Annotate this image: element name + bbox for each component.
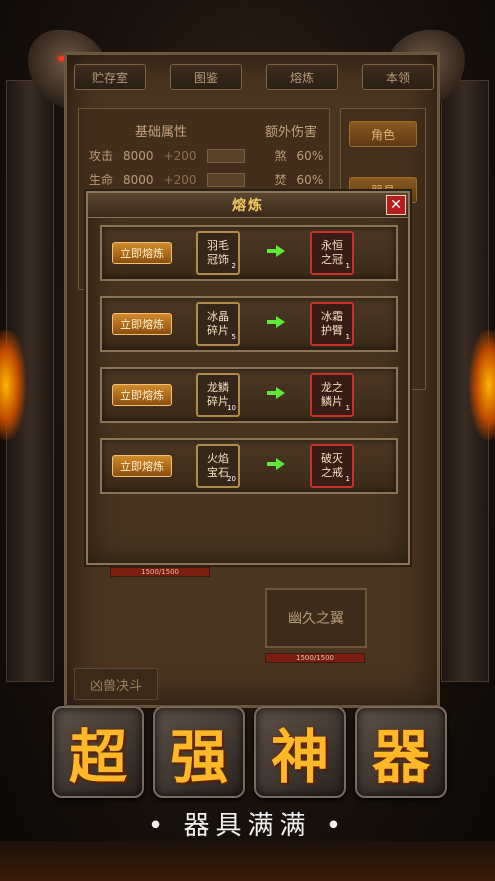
hp-bar-right: 1500/1500 xyxy=(265,653,365,663)
banner-tile: 神 xyxy=(254,706,346,798)
tab-storage[interactable]: 贮存室 xyxy=(74,64,146,90)
attack-upgrade-button[interactable] xyxy=(206,148,245,163)
role-button[interactable]: 角色 xyxy=(349,121,417,147)
bottom-strip xyxy=(0,841,495,881)
attr-row-hp: 生命 8000 +200 焚 60% xyxy=(89,172,324,187)
arrow-right-icon xyxy=(267,458,285,470)
smelt-now-button[interactable]: 立即熔炼 xyxy=(112,384,172,406)
dialog-title: 熔炼 xyxy=(232,198,264,214)
beast-duel-button[interactable]: 凶兽决斗 xyxy=(74,668,158,700)
output-item[interactable]: 破灭之戒 1 xyxy=(310,444,354,488)
smelt-now-button[interactable]: 立即熔炼 xyxy=(112,455,172,477)
recipe-row: 立即熔炼 龙鳞碎片 10 龙之鳞片 1 xyxy=(100,367,398,423)
close-icon[interactable]: ✕ xyxy=(386,195,406,215)
output-item[interactable]: 龙之鳞片 1 xyxy=(310,373,354,417)
tab-smelt[interactable]: 熔炼 xyxy=(266,64,338,90)
recipe-row: 立即熔炼 火焰宝石 20 破灭之戒 1 xyxy=(100,438,398,494)
input-item[interactable]: 龙鳞碎片 10 xyxy=(196,373,240,417)
output-item[interactable]: 永恒之冠 1 xyxy=(310,231,354,275)
output-item[interactable]: 冰霜护臂 1 xyxy=(310,302,354,346)
input-item[interactable]: 火焰宝石 20 xyxy=(196,444,240,488)
hp-upgrade-button[interactable] xyxy=(206,172,245,187)
extra-damage-title: 额外伤害 xyxy=(265,125,318,140)
arrow-right-icon xyxy=(267,245,285,257)
recipe-row: 立即熔炼 冰晶碎片 5 冰霜护臂 1 xyxy=(100,296,398,352)
tab-codex[interactable]: 图鉴 xyxy=(170,64,242,90)
base-attr-title: 基础属性 xyxy=(135,125,188,140)
smelt-now-button[interactable]: 立即熔炼 xyxy=(112,313,172,335)
hp-bar-left: 1500/1500 xyxy=(110,567,210,577)
attr-row-attack: 攻击 8000 +200 煞 60% xyxy=(89,148,324,163)
wing-item[interactable]: 幽久之翼 xyxy=(265,588,367,648)
banner-tile: 超 xyxy=(52,706,144,798)
recipe-row: 立即熔炼 羽毛冠饰 2 永恒之冠 1 xyxy=(100,225,398,281)
top-tabs: 贮存室 图鉴 熔炼 本领 xyxy=(74,64,434,90)
tab-skill[interactable]: 本领 xyxy=(362,64,434,90)
banner-tile: 强 xyxy=(153,706,245,798)
banner-tile: 器 xyxy=(355,706,447,798)
smelt-dialog: 熔炼 ✕ 立即熔炼 羽毛冠饰 2 永恒之冠 1 立即熔炼 冰晶碎片 5 冰霜护臂… xyxy=(86,191,410,565)
right-fire-glow xyxy=(469,330,495,440)
smelt-now-button[interactable]: 立即熔炼 xyxy=(112,242,172,264)
banner-subtitle: • 器具满满 • xyxy=(147,811,348,841)
input-item[interactable]: 羽毛冠饰 2 xyxy=(196,231,240,275)
left-fire-glow xyxy=(0,330,26,440)
dialog-title-bar: 熔炼 xyxy=(88,193,408,218)
arrow-right-icon xyxy=(267,316,285,328)
input-item[interactable]: 冰晶碎片 5 xyxy=(196,302,240,346)
arrow-right-icon xyxy=(267,387,285,399)
